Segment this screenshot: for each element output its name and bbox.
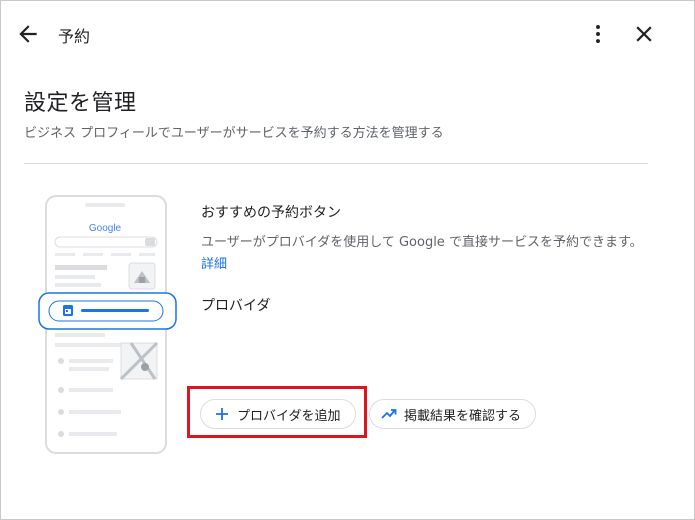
dialog-header: 予約	[1, 1, 694, 67]
plus-icon	[213, 405, 231, 423]
add-provider-label: プロバイダを追加	[237, 408, 341, 424]
more-options-button[interactable]	[585, 21, 611, 47]
recommended-booking-description: ユーザーがプロバイダを使用して Google で直接サービスを予約できます。 詳…	[201, 232, 651, 276]
google-logo-text: Google	[89, 223, 122, 234]
booking-settings-dialog: 予約 設定を管理 ビジネス プロフィールでユーザーがサービスを予約する方法を管理…	[0, 0, 695, 520]
page-title: 設定を管理	[24, 91, 137, 116]
phone-illustration: Google	[35, 193, 180, 458]
calendar-icon	[63, 305, 73, 316]
providers-label: プロバイダ	[201, 298, 271, 314]
close-button[interactable]	[631, 21, 657, 47]
recommended-booking-title: おすすめの予約ボタン	[201, 205, 341, 221]
description-text: ユーザーがプロバイダを使用して Google で直接サービスを予約できます。	[201, 235, 643, 250]
arrow-left-icon	[19, 25, 37, 43]
check-listing-button[interactable]: 掲載結果を確認する	[369, 399, 536, 429]
check-listing-label: 掲載結果を確認する	[404, 408, 522, 424]
phone-mockup-icon: Google	[38, 195, 177, 454]
dialog-title: 予約	[58, 27, 91, 46]
back-button[interactable]	[15, 21, 41, 47]
section-divider	[24, 163, 648, 164]
close-icon	[636, 26, 652, 42]
trending-up-icon	[380, 405, 398, 423]
add-provider-button[interactable]: プロバイダを追加	[200, 399, 356, 429]
more-vert-icon	[596, 25, 600, 43]
details-link[interactable]: 詳細	[201, 257, 227, 272]
page-subtitle: ビジネス プロフィールでユーザーがサービスを予約する方法を管理する	[24, 126, 444, 141]
